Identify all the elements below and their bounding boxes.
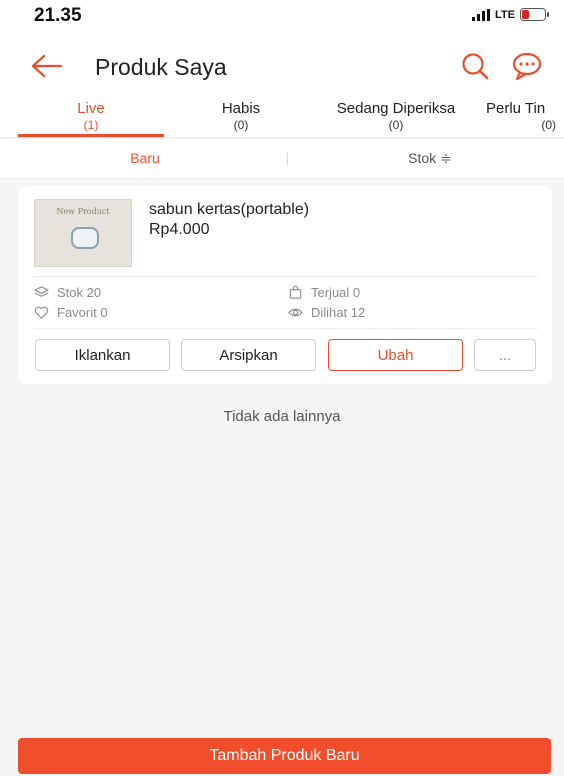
tab-label: Sedang Diperiksa xyxy=(336,100,456,117)
chat-icon[interactable] xyxy=(510,51,544,81)
product-thumbnail[interactable]: New Product xyxy=(34,199,132,267)
sort-divider xyxy=(287,152,288,166)
stat-views: Dilihat 12 xyxy=(288,305,365,320)
tab-live[interactable]: Live (1) xyxy=(18,100,164,134)
signal-icon xyxy=(472,8,491,21)
status-bar: 21.35 LTE xyxy=(0,0,564,38)
product-price: Rp4.000 xyxy=(149,221,210,238)
layers-icon xyxy=(34,286,49,297)
advertise-button[interactable]: Iklankan xyxy=(35,339,170,371)
status-tabs: Live (1) Habis (0) Sedang Diperiksa (0) … xyxy=(0,96,564,138)
tab-perlu-tindakan[interactable]: Perlu Tin (0) xyxy=(486,100,564,134)
more-options-button[interactable]: ... xyxy=(474,339,536,371)
stat-favorite: Favorit 0 xyxy=(34,305,108,320)
page-title: Produk Saya xyxy=(95,54,227,80)
heart-icon xyxy=(34,306,49,319)
stat-favorite-text: Favorit 0 xyxy=(57,305,108,320)
card-divider xyxy=(34,276,538,277)
card-divider xyxy=(34,328,538,329)
tab-count: (1) xyxy=(83,118,99,132)
tab-count: (0) xyxy=(541,118,556,132)
product-image-shape xyxy=(71,227,99,249)
tab-label: Habis xyxy=(221,100,261,117)
tab-label: Perlu Tin xyxy=(486,100,546,117)
search-icon[interactable] xyxy=(460,51,490,81)
sort-bar: Baru Stok ≑ xyxy=(0,139,564,179)
stat-sold: Terjual 0 xyxy=(288,285,360,300)
product-name[interactable]: sabun kertas(portable) xyxy=(149,201,309,219)
thumbnail-text: New Product xyxy=(56,207,110,216)
tab-habis[interactable]: Habis (0) xyxy=(196,100,286,134)
network-label: LTE xyxy=(495,8,515,21)
shopping-bag-icon xyxy=(289,285,302,299)
tab-count: (0) xyxy=(233,118,249,132)
sort-new-button[interactable]: Baru xyxy=(110,150,180,166)
stat-sold-text: Terjual 0 xyxy=(311,285,361,300)
battery-icon xyxy=(520,8,549,21)
status-indicators: LTE xyxy=(472,8,549,21)
status-time: 21.35 xyxy=(34,5,82,26)
battery-level xyxy=(522,10,529,19)
tab-count: (0) xyxy=(388,118,404,132)
app-header: Produk Saya xyxy=(0,38,564,96)
list-end-text: Tidak ada lainnya xyxy=(223,408,341,425)
arrow-left-icon[interactable] xyxy=(30,51,64,81)
product-card: New Product sabun kertas(portable) Rp4.0… xyxy=(18,186,552,384)
stat-stock: Stok 20 xyxy=(34,285,101,300)
tab-sedang-diperiksa[interactable]: Sedang Diperiksa (0) xyxy=(316,100,476,134)
archive-button[interactable]: Arsipkan xyxy=(181,339,316,371)
add-new-product-button[interactable]: Tambah Produk Baru xyxy=(18,738,551,774)
eye-icon xyxy=(288,308,303,317)
stat-views-text: Dilihat 12 xyxy=(311,305,366,320)
bottom-bar: Tambah Produk Baru xyxy=(0,734,564,776)
active-tab-indicator xyxy=(18,134,164,137)
stat-stock-text: Stok 20 xyxy=(57,285,102,300)
edit-button[interactable]: Ubah xyxy=(328,339,463,371)
tab-label: Live xyxy=(77,100,105,117)
sort-stock-button[interactable]: Stok ≑ xyxy=(380,150,480,167)
